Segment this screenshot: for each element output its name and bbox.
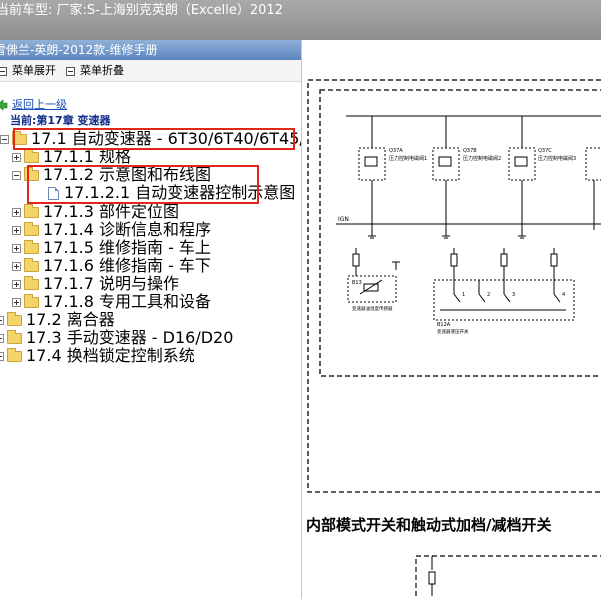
tree-item-label[interactable]: 17.1.5 维修指南 - 车上: [43, 239, 211, 257]
switch-number: 4: [562, 292, 565, 298]
expand-toggle-icon[interactable]: [12, 152, 21, 162]
folder-icon: [7, 347, 22, 362]
tree-item-label[interactable]: 17.2 离合器: [26, 311, 115, 329]
tree-item-17-1-1[interactable]: 17.1.1 规格: [12, 148, 131, 166]
collapse-menu-label: 菜单折叠: [80, 64, 124, 77]
switch-number: 1: [462, 292, 465, 298]
tree-item-17-1-5[interactable]: 17.1.5 维修指南 - 车上: [12, 239, 211, 257]
expand-menu-label: 菜单展开: [12, 64, 56, 77]
expand-toggle-icon[interactable]: [0, 351, 4, 361]
pressure-control-solenoid-2: Q37B 压力控制电磁阀2: [432, 116, 501, 230]
expand-toggle-icon[interactable]: [12, 243, 21, 253]
tree-item-17-4[interactable]: 17.4 换档锁定控制系统: [0, 347, 195, 365]
solenoid-desc: 压力控制电磁阀1: [389, 155, 427, 162]
panel-header-title: 雪佛兰-英朗-2012款-维修手册: [0, 43, 158, 57]
expand-toggle-icon[interactable]: [12, 207, 21, 217]
expand-toggle-icon[interactable]: [12, 279, 21, 289]
tree-item-label[interactable]: 17.1.1 规格: [43, 148, 131, 166]
ign-label: IGN: [338, 216, 349, 223]
highlight-box: [27, 165, 259, 204]
schematic-diagram: Q37A 压力控制电磁阀1 Q37B 压力控制电磁阀2 Q37C 压力控制电磁阀…: [307, 79, 601, 493]
expand-toggle-icon[interactable]: [12, 225, 21, 235]
folder-icon: [7, 311, 22, 326]
tree-item-17-2[interactable]: 17.2 离合器: [0, 311, 115, 329]
collapse-icon: [66, 66, 75, 76]
expand-toggle-icon[interactable]: [0, 315, 4, 325]
switch-number: 3: [512, 292, 515, 298]
expand-toggle-icon[interactable]: [0, 333, 4, 343]
folder-icon: [24, 293, 39, 308]
solenoid-id: Q37B: [463, 148, 477, 154]
b13-label: B13: [352, 280, 362, 286]
tree-item-label[interactable]: 17.3 手动变速器 - D16/D20: [26, 329, 233, 347]
folder-icon: [24, 203, 39, 218]
expand-icon: [0, 66, 7, 76]
expand-toggle-icon[interactable]: [12, 261, 21, 271]
folder-icon: [24, 148, 39, 163]
tree-item-label[interactable]: 17.1.8 专用工具和设备: [43, 293, 211, 311]
diagram-view: Q37A 压力控制电磁阀1 Q37B 压力控制电磁阀2 Q37C 压力控制电磁阀…: [304, 40, 601, 599]
solenoid-desc: 压力控制电磁阀2: [463, 155, 501, 162]
folder-icon: [24, 257, 39, 272]
manual-navigation-pane: 雪佛兰-英朗-2012款-维修手册 菜单展开 菜单折叠 返回上一级 当前:第17…: [0, 40, 302, 599]
solenoid-id: Q37C: [538, 148, 552, 154]
tree-item-17-3[interactable]: 17.3 手动变速器 - D16/D20: [0, 329, 233, 347]
tree-item-label[interactable]: 17.1.4 诊断信息和程序: [43, 221, 211, 239]
tree-item-17-1-3[interactable]: 17.1.3 部件定位图: [12, 203, 179, 221]
b12a-label: B12A: [437, 322, 451, 328]
window-title-bar: 当前车型: 厂家:S-上海别克英朗（Excelle）2012: [0, 0, 601, 40]
expand-toggle-icon[interactable]: [12, 297, 21, 307]
b13-desc: 变速器油温度传感器: [352, 305, 393, 312]
solenoid-id: Q37A: [389, 148, 403, 154]
b12a-desc: 变速器液压开关: [437, 328, 469, 335]
switch-number: 2: [487, 292, 490, 298]
pressure-control-solenoid-1: Q37A 压力控制电磁阀1: [358, 116, 427, 230]
tree-toolbar: 菜单展开 菜单折叠: [0, 60, 301, 82]
folder-icon: [24, 221, 39, 236]
collapse-toggle-icon[interactable]: [12, 170, 21, 180]
tree-item-label[interactable]: 17.4 换档锁定控制系统: [26, 347, 195, 365]
back-arrow-icon: [0, 99, 8, 111]
tree-item-label[interactable]: 17.1.7 说明与操作: [43, 275, 179, 293]
section-title: 内部模式开关和触动式加档/减档开关: [306, 516, 552, 534]
tree-item-17-1-7[interactable]: 17.1.7 说明与操作: [12, 275, 179, 293]
collapse-toggle-icon[interactable]: [0, 134, 9, 144]
pressure-control-solenoid-3: Q37C 压力控制电磁阀3: [508, 116, 576, 230]
folder-icon: [24, 239, 39, 254]
tree-item-17-1-4[interactable]: 17.1.4 诊断信息和程序: [12, 221, 211, 239]
next-diagram-preview: [415, 555, 601, 599]
tree-item-17-1-8[interactable]: 17.1.8 专用工具和设备: [12, 293, 211, 311]
expand-menu-button[interactable]: 菜单展开: [0, 60, 56, 82]
highlight-box: [13, 128, 295, 150]
tree-item-17-1-6[interactable]: 17.1.6 维修指南 - 车下: [12, 257, 211, 275]
tree-item-label[interactable]: 17.1.6 维修指南 - 车下: [43, 257, 211, 275]
tree-item-label[interactable]: 17.1.3 部件定位图: [43, 203, 179, 221]
folder-icon: [24, 275, 39, 290]
folder-icon: [7, 329, 22, 344]
panel-header: 雪佛兰-英朗-2012款-维修手册: [0, 40, 301, 60]
solenoid-desc: 压力控制电磁阀3: [538, 155, 576, 162]
collapse-menu-button[interactable]: 菜单折叠: [66, 60, 124, 82]
ground-symbols: [368, 230, 526, 239]
window-title: 当前车型: 厂家:S-上海别克英朗（Excelle）2012: [0, 3, 283, 18]
pressure-control-solenoid-4: [585, 147, 601, 230]
